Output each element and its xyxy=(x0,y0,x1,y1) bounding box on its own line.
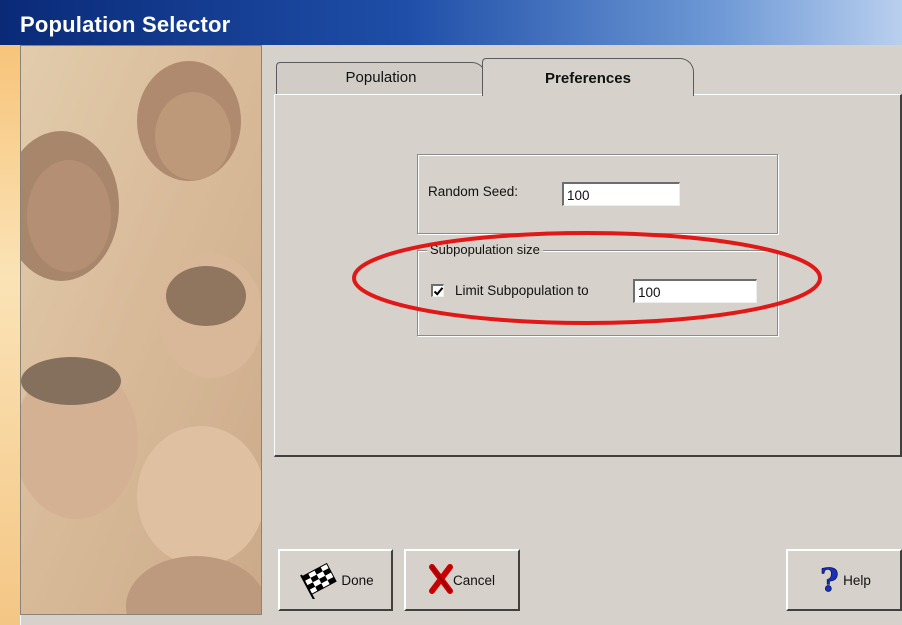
title-bar: Population Selector xyxy=(0,0,902,45)
check-mark-icon xyxy=(433,287,444,296)
help-button[interactable]: ? Help xyxy=(786,549,902,611)
done-button-label: Done xyxy=(341,572,374,588)
limit-subpopulation-input[interactable]: 100 xyxy=(633,279,757,303)
limit-subpopulation-value: 100 xyxy=(638,285,661,300)
tab-population-label: Population xyxy=(345,69,417,86)
left-accent-strip xyxy=(0,45,20,625)
cancel-button[interactable]: Cancel xyxy=(404,549,520,611)
window-title: Population Selector xyxy=(20,12,231,37)
svg-text:?: ? xyxy=(820,563,839,595)
people-photo xyxy=(20,45,262,615)
random-seed-label: Random Seed: xyxy=(428,184,519,199)
checkered-flag-icon xyxy=(297,559,341,604)
done-button[interactable]: Done xyxy=(278,549,393,611)
limit-subpopulation-label: Limit Subpopulation to xyxy=(455,283,589,298)
limit-subpopulation-checkbox[interactable] xyxy=(431,284,444,297)
tab-preferences[interactable]: Preferences xyxy=(482,58,694,96)
cancel-button-label: Cancel xyxy=(452,572,496,588)
random-seed-value: 100 xyxy=(567,188,590,203)
random-seed-input[interactable]: 100 xyxy=(562,182,680,206)
subpopulation-group-label: Subpopulation size xyxy=(427,242,543,257)
question-mark-icon: ? xyxy=(817,560,843,599)
tab-population[interactable]: Population xyxy=(276,62,486,96)
help-button-label: Help xyxy=(843,572,871,588)
red-x-icon xyxy=(428,563,453,597)
tab-preferences-label: Preferences xyxy=(545,70,631,87)
